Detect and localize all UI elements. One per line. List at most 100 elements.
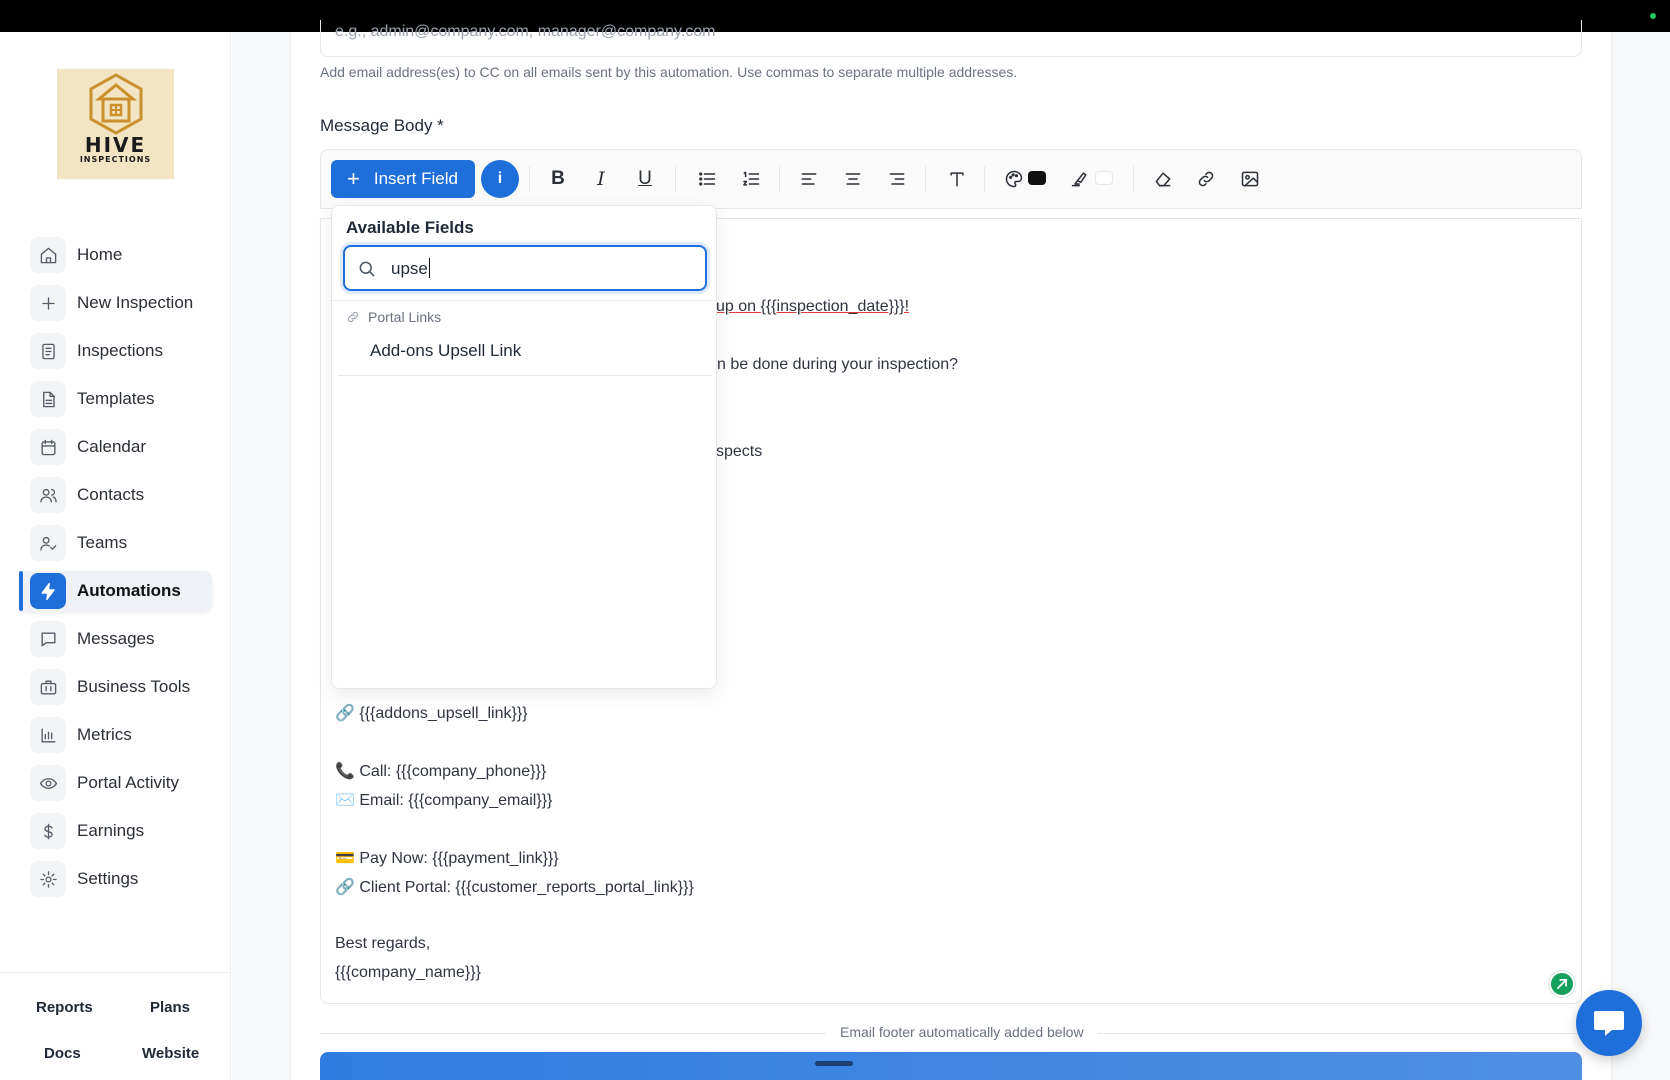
- nav-label: Calendar: [77, 437, 146, 456]
- reports-link[interactable]: Reports: [36, 999, 93, 1016]
- docs-link[interactable]: Docs: [44, 1045, 81, 1062]
- teams-icon: [30, 525, 66, 561]
- nav-automations[interactable]: Automations: [19, 571, 212, 611]
- editor-line: 📞 Call: {{{company_phone}}}: [335, 763, 547, 780]
- document-icon: [30, 381, 66, 417]
- search-icon: [359, 261, 375, 277]
- editor-line: 🔗 {{{addons_upsell_link}}}: [335, 705, 528, 722]
- drag-handle[interactable]: [815, 1061, 853, 1066]
- editor-line: Best regards,: [335, 935, 431, 952]
- italic-icon[interactable]: I: [587, 165, 615, 193]
- nav-label: Contacts: [77, 485, 145, 504]
- nav-label: New Inspection: [77, 293, 194, 312]
- field-category-portal-links: Portal Links: [346, 309, 441, 325]
- briefcase-icon: [30, 669, 66, 705]
- highlight-color-swatch[interactable]: [1095, 171, 1113, 185]
- nav-contacts[interactable]: Contacts: [20, 475, 212, 515]
- nav-label: Inspections: [77, 341, 163, 360]
- toolbar-divider: [529, 166, 530, 192]
- nav-business-tools[interactable]: Business Tools: [20, 667, 212, 707]
- bold-icon[interactable]: B: [544, 165, 572, 193]
- nav-inspections[interactable]: Inspections: [20, 331, 212, 371]
- cc-help-text: Add email address(es) to CC on all email…: [320, 64, 1018, 80]
- toolbar-divider: [984, 166, 985, 192]
- nav-label: Templates: [77, 389, 155, 408]
- email-footer-divider: Email footer automatically added below: [320, 1023, 1582, 1043]
- nav-templates[interactable]: Templates: [20, 379, 212, 419]
- sidebar-footer-links: Reports Plans Docs Website: [0, 972, 231, 1080]
- bar-chart-icon: [30, 717, 66, 753]
- numbered-list-icon[interactable]: [737, 165, 765, 193]
- nav-settings[interactable]: Settings: [20, 859, 212, 899]
- editor-line: n be done during your inspection?: [717, 356, 959, 373]
- text-style-icon[interactable]: [943, 165, 971, 193]
- bullet-list-icon[interactable]: [693, 165, 721, 193]
- message-icon: [30, 621, 66, 657]
- link-icon[interactable]: [1192, 165, 1220, 193]
- nav-label: Settings: [77, 869, 139, 888]
- align-right-icon[interactable]: [883, 165, 911, 193]
- available-fields-title: Available Fields: [346, 218, 474, 237]
- align-center-icon[interactable]: [839, 165, 867, 193]
- nav-calendar[interactable]: Calendar: [20, 427, 212, 467]
- insert-field-button[interactable]: + Insert Field: [331, 160, 475, 198]
- toolbar-divider: [675, 166, 676, 192]
- editor-line: spects: [716, 443, 763, 460]
- editor-line: 💳 Pay Now: {{{payment_link}}}: [335, 850, 559, 867]
- editor-line: {{{company_name}}}: [335, 964, 481, 981]
- insert-field-label: Insert Field: [373, 169, 458, 188]
- gear-icon: [30, 861, 66, 897]
- logo-word-hive: HIVE: [84, 133, 147, 157]
- company-logo[interactable]: HIVE INSPECTIONS: [57, 69, 174, 179]
- nav-label: Portal Activity: [77, 773, 180, 792]
- chat-icon: [1594, 1011, 1624, 1036]
- nav-teams[interactable]: Teams: [20, 523, 212, 563]
- nav-label: Business Tools: [77, 677, 191, 696]
- field-category-label: Portal Links: [368, 309, 442, 325]
- home-icon: [30, 237, 66, 273]
- align-left-icon[interactable]: [795, 165, 823, 193]
- image-icon[interactable]: [1236, 165, 1264, 193]
- message-body-label: Message Body *: [320, 116, 444, 135]
- nav-label: Teams: [77, 533, 128, 552]
- nav-portal-activity[interactable]: Portal Activity: [20, 763, 212, 803]
- email-footer-preview: [320, 1052, 1582, 1080]
- editor-toolbar: + Insert Field i B I U: [320, 149, 1582, 209]
- grammar-assistant-icon[interactable]: [1549, 971, 1575, 997]
- nav-metrics[interactable]: Metrics: [20, 715, 212, 755]
- info-button[interactable]: i: [481, 160, 519, 198]
- palette-icon[interactable]: [1000, 165, 1028, 193]
- nav-earnings[interactable]: Earnings: [20, 811, 212, 851]
- calendar-icon: [30, 429, 66, 465]
- toolbar-divider: [1133, 166, 1134, 192]
- dropdown-divider: [338, 375, 712, 376]
- text-color-swatch[interactable]: [1028, 171, 1046, 185]
- email-footer-note: Email footer automatically added below: [826, 1024, 1098, 1040]
- editor-line: ✉️ Email: {{{company_email}}}: [335, 792, 553, 809]
- nav-new-inspection[interactable]: New Inspection: [20, 283, 212, 323]
- contacts-icon: [30, 477, 66, 513]
- plus-icon: [30, 285, 66, 321]
- nav-label: Messages: [77, 629, 155, 648]
- nav-home[interactable]: Home: [20, 235, 212, 275]
- toolbar-divider: [779, 166, 780, 192]
- plus-icon: +: [347, 166, 360, 191]
- toolbar-divider: [925, 166, 926, 192]
- plans-link[interactable]: Plans: [150, 999, 190, 1016]
- dropdown-divider: [332, 300, 718, 301]
- sidebar: HIVE INSPECTIONS Home New Inspection Ins…: [0, 32, 231, 1080]
- eraser-icon[interactable]: [1149, 165, 1177, 193]
- field-option-addons-upsell-link[interactable]: Add-ons Upsell Link: [370, 341, 521, 361]
- editor-line: 🔗 Client Portal: {{{customer_reports_por…: [335, 879, 694, 896]
- website-link[interactable]: Website: [142, 1045, 199, 1062]
- insert-field-dropdown: Available Fields upse Portal Links Add-o…: [331, 205, 718, 689]
- nav-messages[interactable]: Messages: [20, 619, 212, 659]
- cc-email-input[interactable]: e.g., admin@company.com, manager@company…: [320, 20, 1582, 57]
- field-search-input[interactable]: upse: [343, 245, 707, 291]
- chat-support-button[interactable]: [1576, 990, 1642, 1056]
- lightning-icon: [30, 573, 66, 609]
- underline-icon[interactable]: U: [631, 165, 659, 193]
- nav-label: Metrics: [77, 725, 132, 744]
- highlighter-icon[interactable]: [1066, 165, 1094, 193]
- nav-label: Home: [77, 245, 123, 264]
